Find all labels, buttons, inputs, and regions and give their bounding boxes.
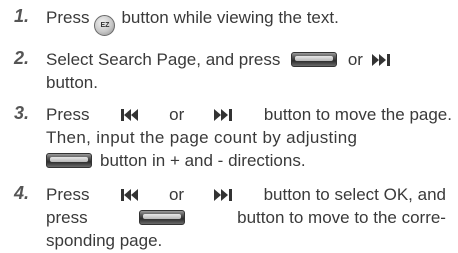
ez-button-icon: EZ bbox=[94, 15, 116, 36]
step-text: Select Search Page, and press or button. bbox=[46, 48, 446, 94]
step-line: button. bbox=[46, 73, 98, 92]
step-text-fragment: or bbox=[169, 105, 185, 124]
step-number: 2. bbox=[14, 48, 30, 68]
step-number: 3. bbox=[14, 103, 30, 123]
step-number: 4. bbox=[14, 183, 30, 203]
jog-wheel-button-icon bbox=[139, 210, 186, 225]
step-line: press button to move to the corre- bbox=[46, 206, 446, 229]
skip-forward-icon bbox=[371, 54, 392, 66]
step-text: Press or button to select OK, and press … bbox=[46, 183, 446, 252]
step-line: Press or button to move the page. bbox=[46, 103, 452, 126]
step-line: Press or button to select OK, and bbox=[46, 183, 446, 206]
step-text-fragment: button to move to the corre- bbox=[237, 208, 446, 227]
step-text: Press EZ button while viewing the text. bbox=[46, 6, 446, 36]
step-text-fragment: button while viewing the text. bbox=[121, 8, 339, 27]
step-line: button in + and - directions. bbox=[46, 149, 446, 172]
step-line: Then, input the page count by adjusting bbox=[46, 128, 358, 147]
step-text-fragment: or bbox=[168, 185, 185, 204]
step-line: Select Search Page, and press or bbox=[46, 48, 446, 71]
step-text-fragment: button in + and - directions. bbox=[100, 151, 306, 170]
step-text-fragment: Select Search Page, and press bbox=[46, 50, 281, 69]
jog-wheel-button-icon bbox=[46, 153, 92, 168]
skip-forward-icon bbox=[213, 188, 234, 201]
step-line: sponding page. bbox=[46, 231, 163, 250]
step-text: Press or button to move the page. Then, … bbox=[46, 103, 452, 172]
step-line: Press EZ button while viewing the text. bbox=[46, 6, 446, 36]
skip-back-icon bbox=[119, 108, 139, 121]
step-text-fragment: button to select OK, and bbox=[263, 185, 446, 204]
step-number: 1. bbox=[14, 6, 30, 26]
jog-wheel-button-icon bbox=[291, 52, 338, 67]
skip-back-icon bbox=[119, 188, 139, 201]
skip-forward-icon bbox=[214, 108, 234, 121]
step-text-fragment: press bbox=[46, 208, 88, 227]
step-text-fragment: Press bbox=[46, 8, 90, 27]
step-text-fragment: Press bbox=[46, 105, 90, 124]
step-text-fragment: or bbox=[347, 50, 363, 69]
step-text-fragment: Press bbox=[46, 185, 90, 204]
step-text-fragment: button to move the page. bbox=[263, 105, 452, 124]
